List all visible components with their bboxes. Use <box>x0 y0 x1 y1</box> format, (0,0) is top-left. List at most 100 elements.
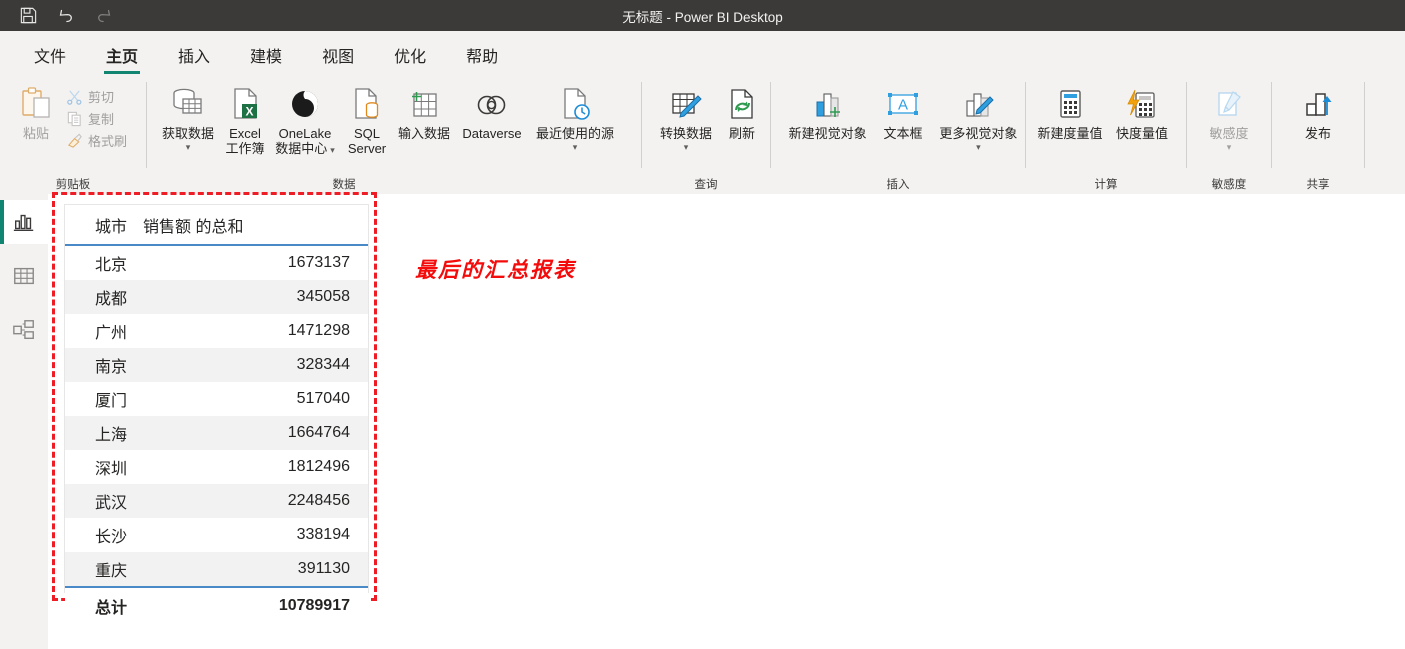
tab-modeling[interactable]: 建模 <box>238 43 294 76</box>
new-measure-label: 新建度量值 <box>1037 126 1103 141</box>
cell-city: 上海 <box>65 416 143 450</box>
sql-label-line2: Server <box>347 141 387 156</box>
quick-measure-button[interactable]: 快度量值 <box>1106 82 1178 143</box>
tab-file[interactable]: 文件 <box>22 43 78 76</box>
excel-workbook-button[interactable]: X Excel 工作簿 <box>221 82 269 158</box>
tab-optimize[interactable]: 优化 <box>382 43 438 76</box>
sql-server-button[interactable]: SQL Server <box>341 82 393 158</box>
cut-button[interactable]: 剪切 <box>64 86 133 107</box>
table-row[interactable]: 武汉 2248456 <box>65 484 368 518</box>
table-row[interactable]: 上海 1664764 <box>65 416 368 450</box>
table-row[interactable]: 深圳 1812496 <box>65 450 368 484</box>
get-data-button[interactable]: 获取数据 ▾ <box>155 82 221 155</box>
ribbon-group-sensitivity: 敏感度 ▾ 敏感度 <box>1187 76 1271 194</box>
cell-city: 深圳 <box>95 461 128 478</box>
more-visuals-button[interactable]: 更多视觉对象 ▾ <box>932 82 1025 155</box>
paste-label: 粘贴 <box>22 126 49 141</box>
text-box-button[interactable]: A 文本框 <box>874 82 932 143</box>
sensitivity-label: 敏感度 <box>1209 126 1249 141</box>
table-row[interactable]: 北京 1673137 <box>65 245 368 280</box>
format-painter-button[interactable]: 格式刷 <box>64 130 133 151</box>
cell-value: 2248456 <box>143 484 368 518</box>
cell-city: 成都 <box>65 280 143 314</box>
onelake-icon <box>286 84 324 126</box>
view-switcher-sidebar <box>0 194 48 649</box>
chevron-down-icon[interactable]: ▾ <box>976 142 981 153</box>
table-header-row: 城市 销售额 的总和 <box>65 205 368 246</box>
table-row[interactable]: 成都 345058 <box>65 280 368 314</box>
dataverse-button[interactable]: Dataverse <box>455 82 529 143</box>
enter-data-icon <box>406 84 442 126</box>
more-visuals-label: 更多视觉对象 <box>939 126 1018 141</box>
share-group-label: 共享 <box>1306 179 1330 191</box>
query-group-label: 查询 <box>694 179 718 191</box>
quick-measure-icon <box>1124 84 1160 126</box>
transform-data-button[interactable]: 转换数据 ▾ <box>652 82 720 155</box>
cell-value: 1812496 <box>287 458 350 475</box>
publish-button[interactable]: 发布 <box>1291 82 1345 143</box>
onelake-label-line2: 数据中心 <box>275 141 328 156</box>
sidebar-item-report-view[interactable] <box>0 200 48 244</box>
table-row[interactable]: 长沙 338194 <box>65 518 368 552</box>
tab-insert[interactable]: 插入 <box>166 43 222 76</box>
table-visual[interactable]: 城市 销售额 的总和 北京 1673137 成都 345058 广州 14712… <box>64 204 369 623</box>
undo-icon <box>59 9 72 22</box>
cell-value: 1673137 <box>287 254 350 271</box>
cell-city: 武汉 <box>65 484 143 518</box>
recent-sources-button[interactable]: 最近使用的源 ▾ <box>529 82 621 155</box>
tab-view[interactable]: 视图 <box>310 43 366 76</box>
title-bar: 无标题 - Power BI Desktop <box>0 0 1405 31</box>
tab-home[interactable]: 主页 <box>94 43 150 76</box>
refresh-label: 刷新 <box>728 126 755 141</box>
table-body: 北京 1673137 成都 345058 广州 1471298 南京 32834… <box>65 245 368 623</box>
column-header-sales-sum[interactable]: 销售额 的总和 <box>143 205 368 246</box>
insert-group-label: 插入 <box>886 179 910 191</box>
sensitivity-button[interactable]: 敏感度 ▾ <box>1198 82 1260 155</box>
sql-server-icon <box>350 84 384 126</box>
refresh-button[interactable]: 刷新 <box>720 82 764 143</box>
ribbon-group-data: 获取数据 ▾ X Excel 工作簿 OneLake 数据中心 ▾ SQL Se… <box>147 76 641 194</box>
chevron-down-icon[interactable]: ▾ <box>186 142 191 153</box>
table-grid-icon <box>14 267 34 285</box>
cell-value: 345058 <box>143 280 368 314</box>
cell-city: 广州 <box>95 325 128 342</box>
table-row[interactable]: 重庆 391130 <box>65 552 368 587</box>
excel-label-line1: Excel <box>229 126 261 141</box>
report-canvas[interactable]: 城市 销售额 的总和 北京 1673137 成都 345058 广州 14712… <box>48 192 1405 649</box>
transform-data-label: 转换数据 <box>659 126 712 141</box>
chevron-down-icon[interactable]: ▾ <box>684 142 689 153</box>
enter-data-button[interactable]: 输入数据 <box>393 82 455 143</box>
sidebar-item-model-view[interactable] <box>0 308 48 352</box>
ribbon-group-query: 转换数据 ▾ 刷新 查询 <box>642 76 770 194</box>
column-header-city[interactable]: 城市 <box>65 205 143 246</box>
text-box-icon: A <box>883 84 923 126</box>
publish-label: 发布 <box>1304 126 1331 141</box>
chevron-down-icon[interactable]: ▾ <box>330 145 335 156</box>
new-visual-button[interactable]: 新建视觉对象 <box>781 82 874 143</box>
bar-chart-icon <box>13 214 34 231</box>
ribbon-tabs: 文件 主页 插入 建模 视图 优化 帮助 <box>0 31 1405 76</box>
chevron-down-icon[interactable]: ▾ <box>573 142 578 153</box>
new-measure-button[interactable]: 新建度量值 <box>1034 82 1106 143</box>
table-row[interactable]: 厦门 517040 <box>65 382 368 416</box>
chevron-down-icon[interactable]: ▾ <box>1227 142 1232 153</box>
undo-button[interactable] <box>54 4 78 28</box>
ribbon-group-share: 发布 共享 <box>1272 76 1364 194</box>
text-box-label: 文本框 <box>883 126 923 141</box>
cell-value: 391130 <box>143 552 368 587</box>
table-row[interactable]: 南京 328344 <box>65 348 368 382</box>
sidebar-item-data-view[interactable] <box>0 254 48 298</box>
excel-file-icon: X <box>228 84 262 126</box>
paste-button[interactable]: 粘贴 <box>8 82 64 143</box>
svg-text:A: A <box>898 97 908 114</box>
copy-button[interactable]: 复制 <box>64 108 133 129</box>
tab-help[interactable]: 帮助 <box>454 43 510 76</box>
onelake-hub-button[interactable]: OneLake 数据中心 ▾ <box>269 82 341 158</box>
cell-value: 338194 <box>296 526 350 543</box>
table-row[interactable]: 广州 1471298 <box>65 314 368 348</box>
enter-data-label: 输入数据 <box>397 126 450 141</box>
save-button[interactable] <box>16 4 40 28</box>
redo-button[interactable] <box>92 4 116 28</box>
paintbrush-icon <box>67 133 82 148</box>
recent-sources-icon <box>557 84 593 126</box>
